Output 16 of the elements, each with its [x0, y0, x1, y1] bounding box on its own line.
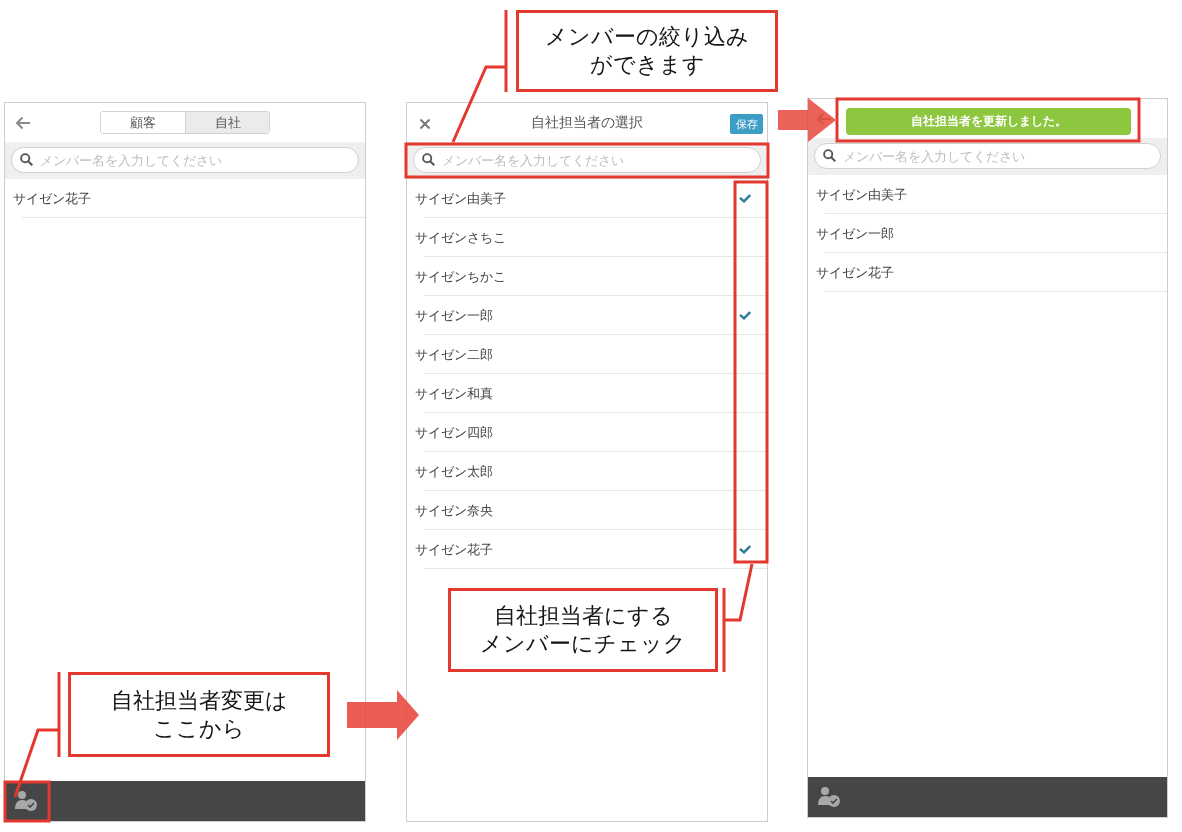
person-check-icon[interactable]	[14, 790, 38, 812]
annotation-callout: 自社担当者にするメンバーにチェック	[448, 588, 718, 672]
search-icon	[422, 153, 435, 166]
flow-arrow	[347, 690, 419, 740]
annotation-callout: 自社担当者変更はここから	[68, 672, 330, 757]
toast-message: 自社担当者を更新しました。	[846, 108, 1131, 135]
close-icon[interactable]	[419, 118, 431, 130]
flow-arrow	[778, 98, 836, 142]
annotation-callout: メンバーの絞り込みができます	[516, 10, 778, 92]
search-icon	[20, 153, 33, 166]
screen-title: 自社担当者の選択	[531, 113, 643, 132]
search-icon	[823, 149, 836, 162]
person-check-icon[interactable]	[817, 786, 841, 808]
highlight-frame	[3, 780, 51, 823]
segment-tab[interactable]: 自社	[185, 112, 269, 133]
back-arrow-icon[interactable]	[15, 116, 31, 130]
